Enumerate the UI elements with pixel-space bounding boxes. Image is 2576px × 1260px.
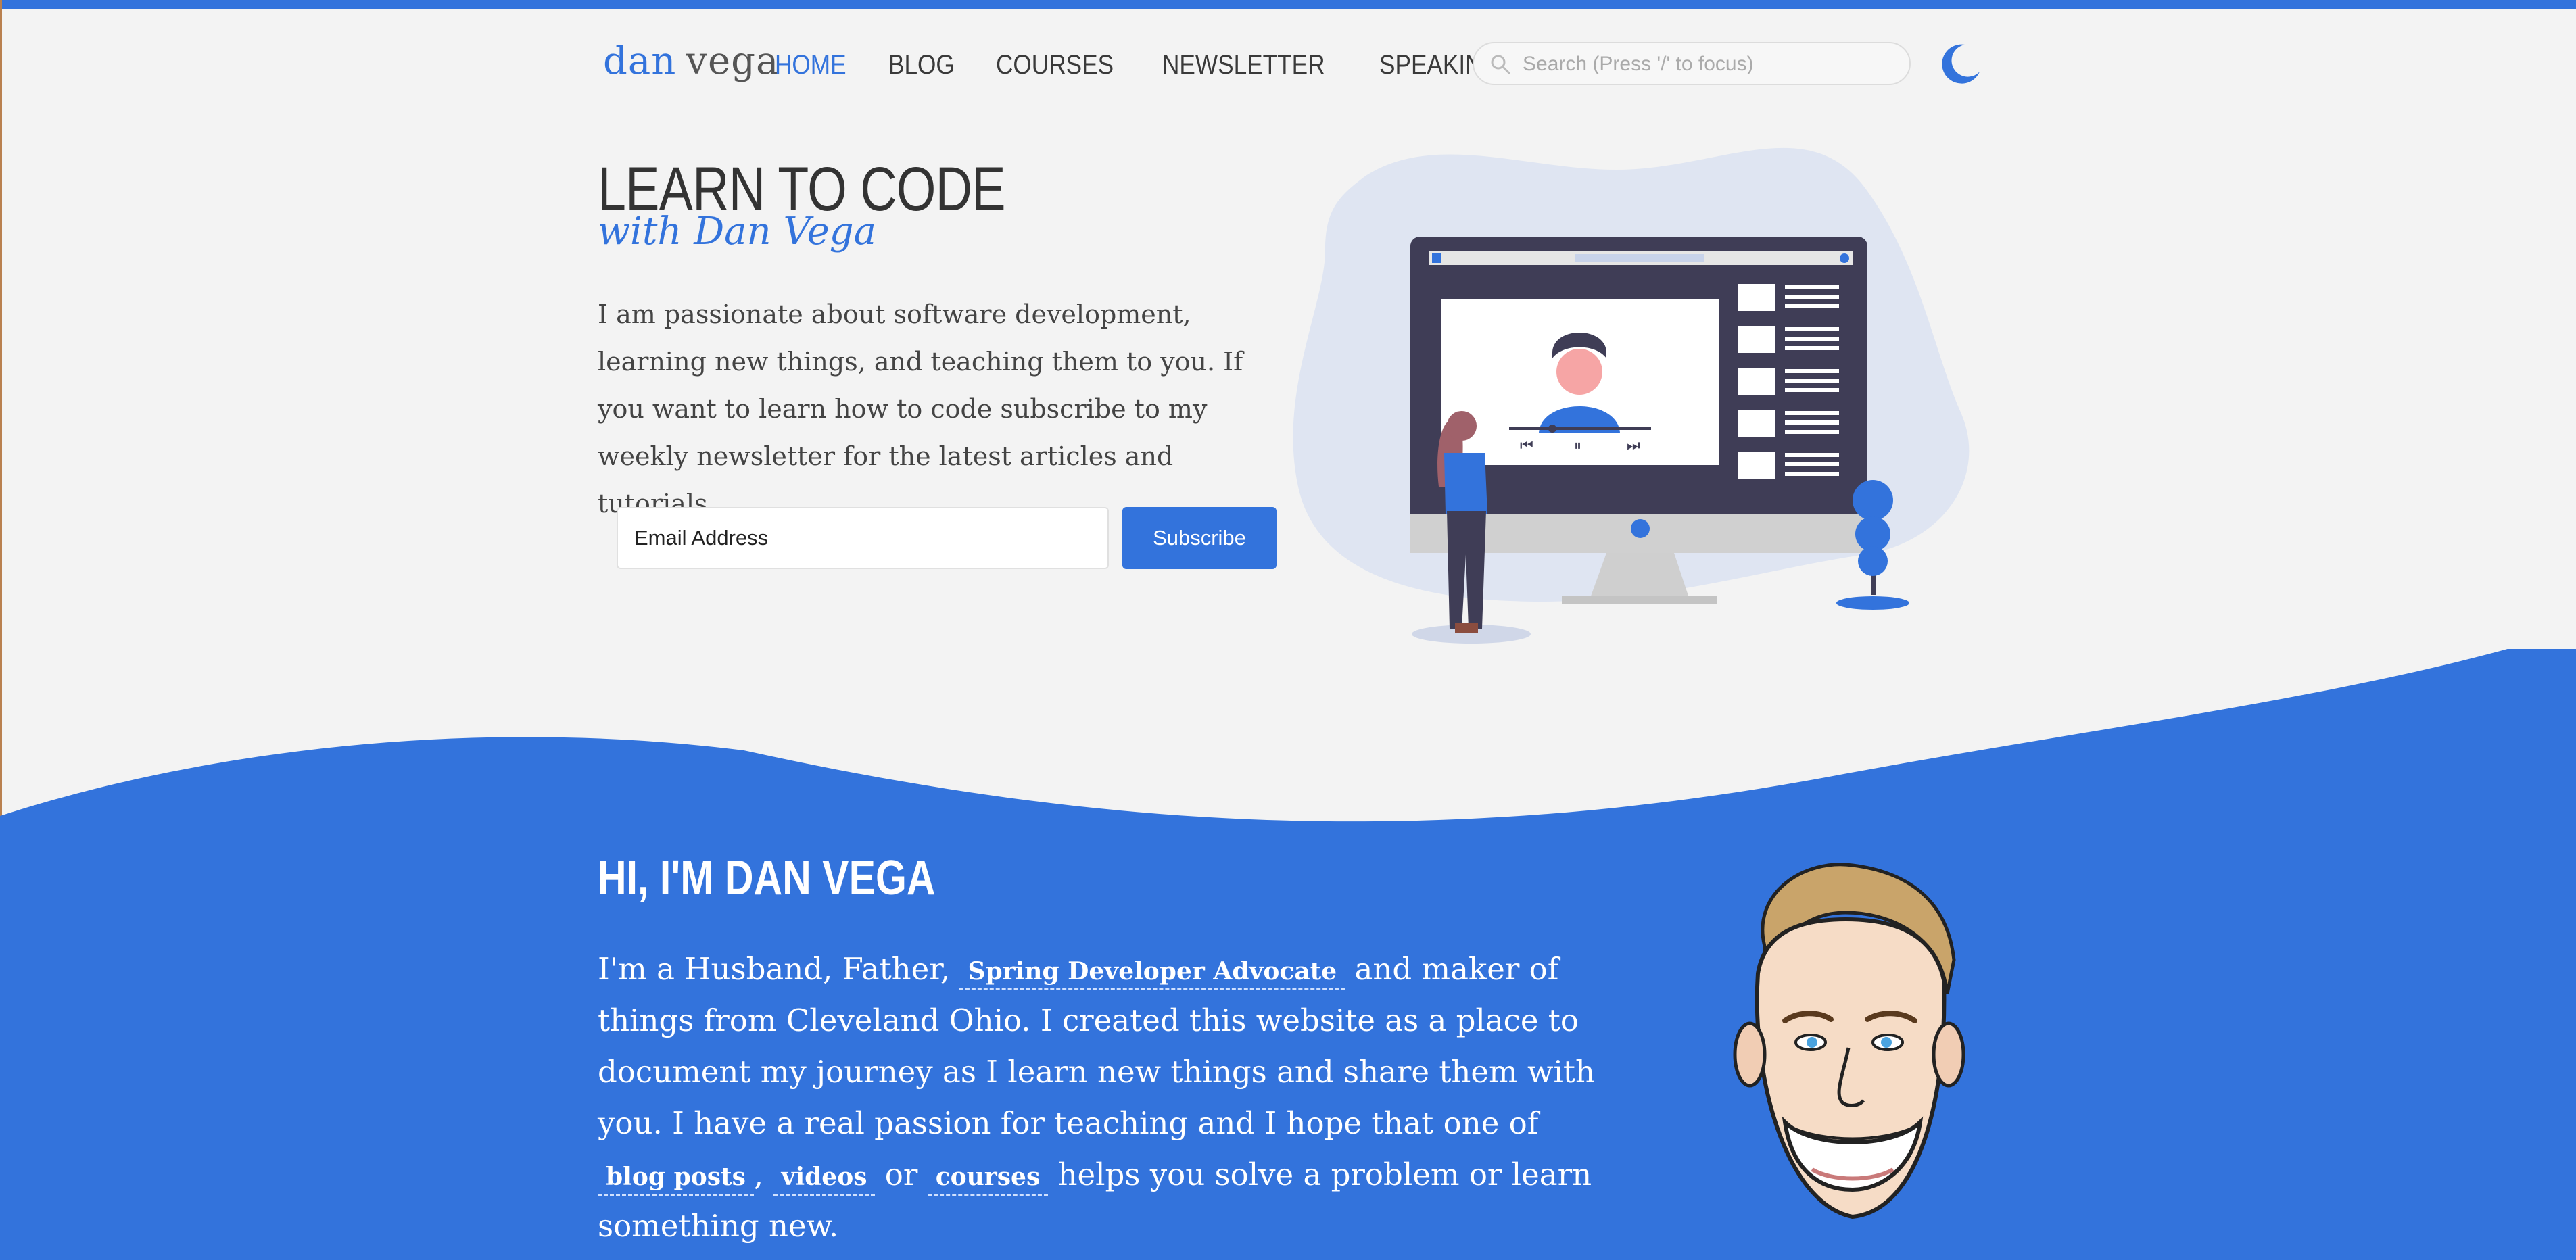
link-courses[interactable]: courses <box>927 1160 1049 1196</box>
svg-text:⏮: ⏮ <box>1520 437 1533 454</box>
logo-last: vega <box>686 39 780 83</box>
nav-home[interactable]: HOME <box>775 50 846 80</box>
hero-subtitle: with Dan Vega <box>598 210 877 253</box>
moon-icon[interactable] <box>1938 42 1982 87</box>
search-box[interactable] <box>1473 42 1911 85</box>
about-title: HI, I'M DAN VEGA <box>598 851 936 905</box>
subscribe-button[interactable]: Subscribe <box>1122 507 1277 569</box>
email-field[interactable] <box>617 507 1109 569</box>
hero-description: I am passionate about software developme… <box>598 299 1243 518</box>
logo-first: dan <box>603 39 677 83</box>
svg-text:⏸: ⏸ <box>1574 437 1581 454</box>
about-text-separator: , <box>753 1157 773 1192</box>
svg-text:⏭: ⏭ <box>1627 437 1640 454</box>
hero-illustration: ⏮ ⏸ ⏭ <box>1293 147 1970 644</box>
about-text: I'm a Husband, Father, Spring Developer … <box>598 944 1659 1252</box>
search-input[interactable] <box>1521 49 1903 80</box>
search-icon <box>1491 55 1510 74</box>
nav-courses[interactable]: COURSES <box>996 50 1114 80</box>
about-text-separator: or <box>875 1157 928 1192</box>
main-nav: HOME BLOG COURSES NEWSLETTER SPEAKING <box>775 50 1518 80</box>
link-videos[interactable]: videos <box>773 1160 876 1196</box>
site-logo[interactable]: dan vega <box>603 39 779 83</box>
about-text-part: I'm a Husband, Father, <box>598 951 960 987</box>
link-blog-posts[interactable]: blog posts <box>598 1160 754 1196</box>
top-accent-bar <box>0 0 2576 9</box>
nav-newsletter[interactable]: NEWSLETTER <box>1162 50 1325 80</box>
link-spring-developer-advocate[interactable]: Spring Developer Advocate <box>959 954 1345 990</box>
nav-blog[interactable]: BLOG <box>888 50 955 80</box>
caricature-avatar <box>1733 863 1965 1219</box>
